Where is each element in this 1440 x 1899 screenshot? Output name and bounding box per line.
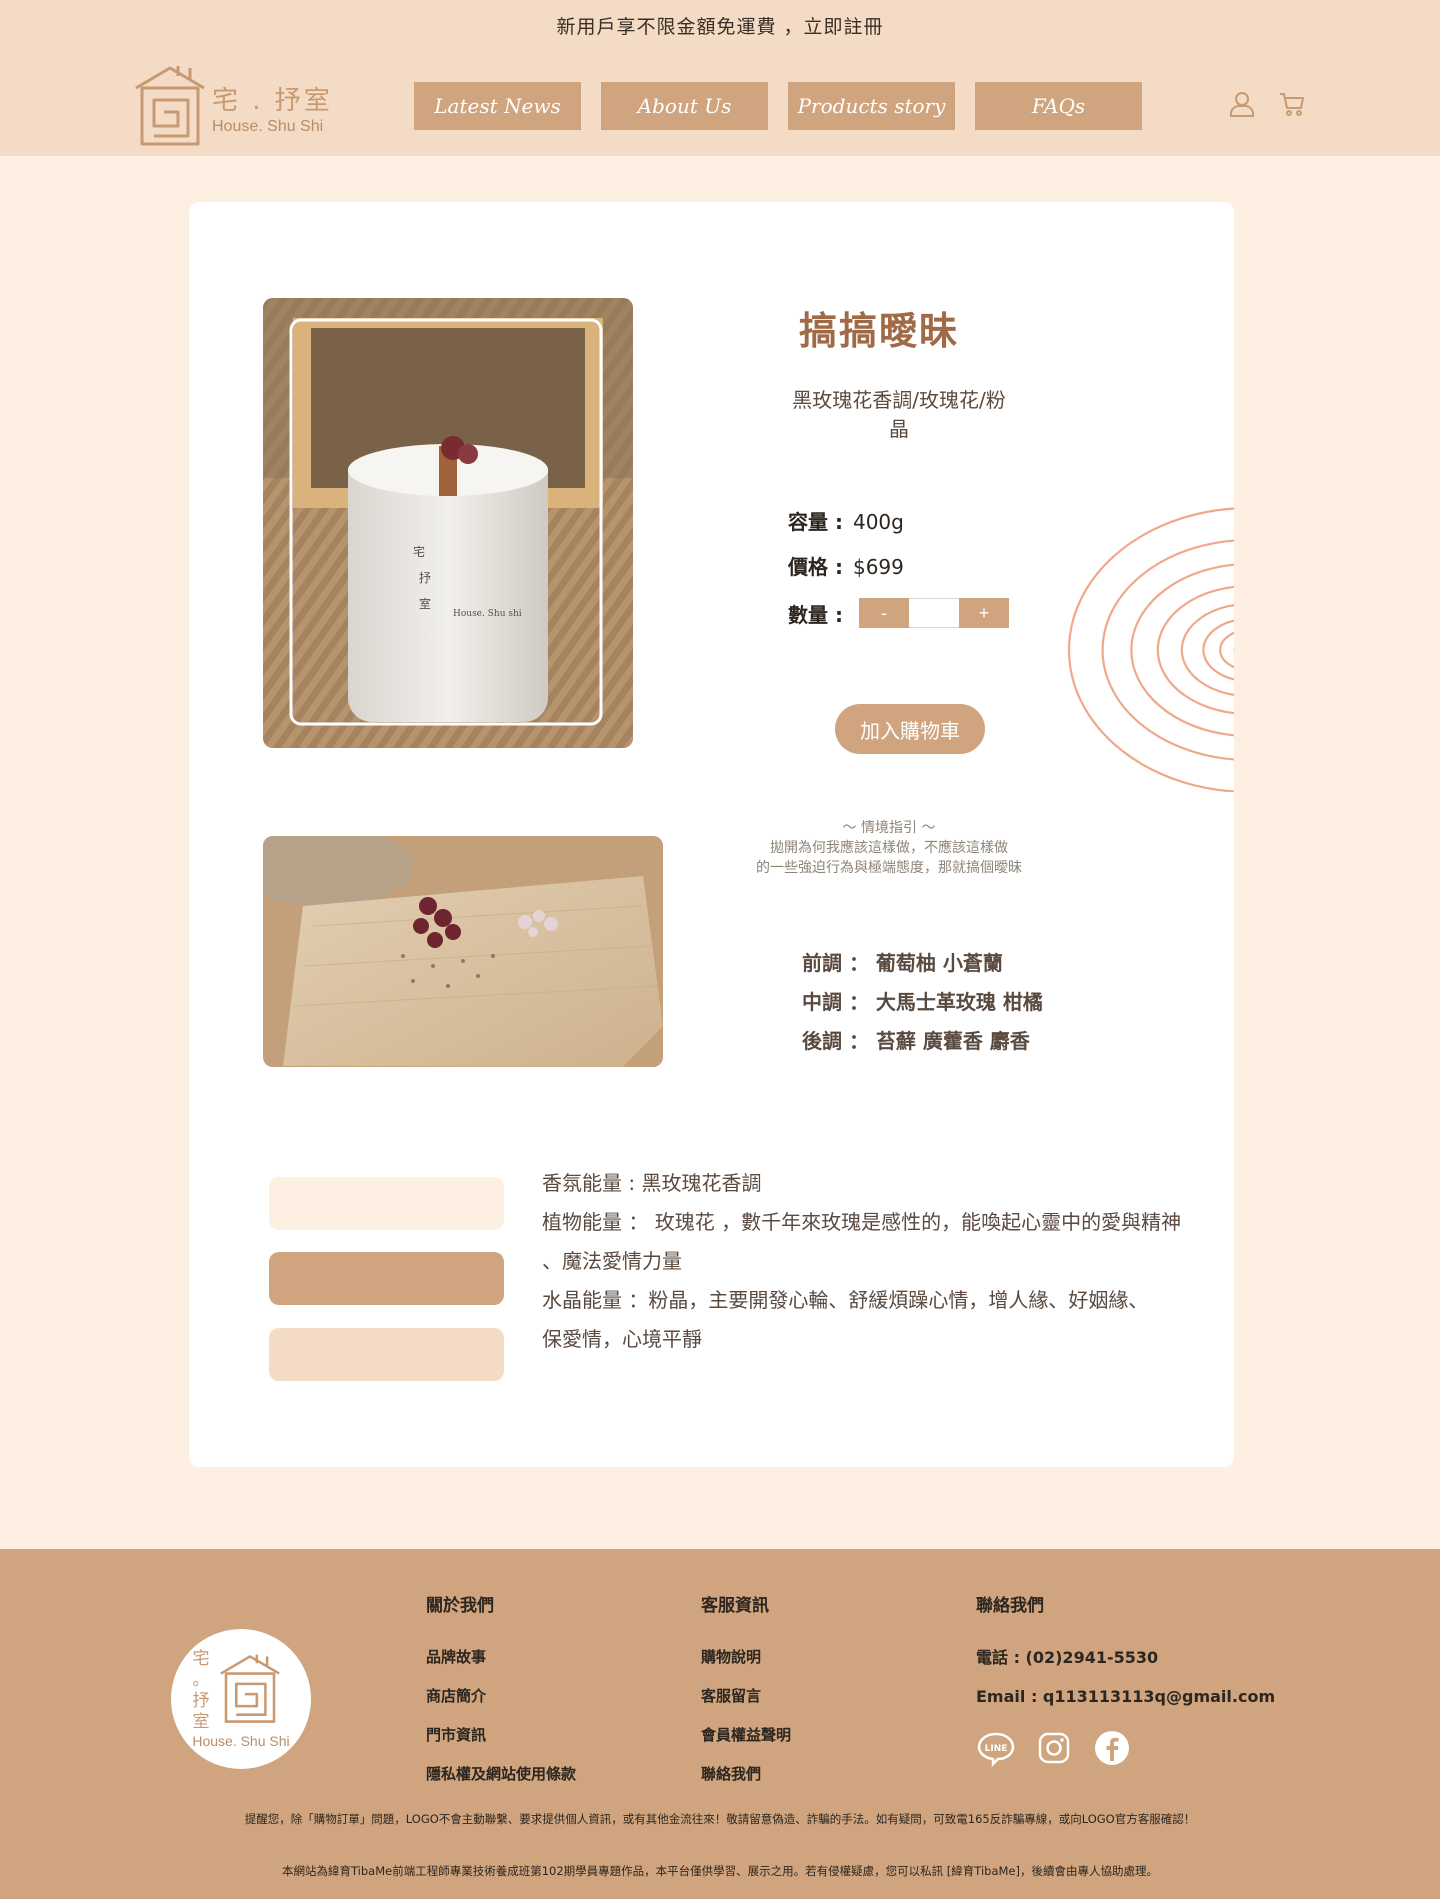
footer-link-contact[interactable]: 聯絡我們 [701,1755,791,1794]
energy-line-5: 保愛情，心境平靜 [542,1327,702,1351]
energy-line-3: 、魔法愛情力量 [542,1249,682,1273]
footer-link-privacy[interactable]: 隱私權及網站使用條款 [426,1755,576,1794]
color-swatch-tan [269,1252,504,1305]
footer-logo-char-1: 宅 [192,1649,210,1669]
site-header: 新用戶享不限金額免運費 ，立即註冊 宅 . 抒室 House. Shu Shi … [0,0,1440,156]
energy-line-1: 香氛能量 : 黑玫瑰花香調 [542,1171,762,1195]
product-subtitle: 黑玫瑰花香調/玫瑰花/粉 晶 [789,386,1009,444]
capacity-label: 容量 : [788,510,843,534]
footer-link-store-intro[interactable]: 商店簡介 [426,1677,576,1716]
color-swatch-peach [269,1328,504,1381]
footer-link-brand-story[interactable]: 品牌故事 [426,1638,576,1677]
footer-logo-char-4: 室 [192,1712,210,1732]
hint-line2: 的一些強迫行為與極端態度，那就搞個曖昧 [756,860,1022,876]
candle-label-char-2: 抒 [419,571,431,585]
site-logo[interactable]: 宅 . 抒室 House. Shu Shi [134,64,334,148]
quantity-stepper: - + [858,598,1009,628]
scenario-hint: ～ 情境指引 ～ 拋開為何我應該這樣做，不應該這樣做 的一些強迫行為與極端態度，… [719,818,1059,878]
logo-text-cn: 宅 . 抒室 [212,86,333,116]
social-links: LINE [976,1728,1275,1768]
footer-disclaimer-fraud: 提醒您，除「購物訂單」問題，LOGO不會主動聯繫、要求提供個人資訊，或有其他金流… [244,1812,1196,1826]
candle-label-en: House. Shu shi [453,609,522,619]
base-note: 後調 ： 苔蘚 廣藿香 麝香 [802,1029,1030,1053]
middle-note: 中調 ： 大馬士革玫瑰 柑橘 [802,990,1043,1014]
footer-link-shopping-guide[interactable]: 購物說明 [701,1638,791,1677]
price-row: 價格 : $699 [788,551,904,580]
footer-contact-column: 聯絡我們 電話 : (02)2941-5530 Email : q1131131… [976,1591,1275,1768]
decorative-ring [1202,619,1234,681]
footer-link-member-rights[interactable]: 會員權益聲明 [701,1716,791,1755]
footer-logo-char-3: 抒 [192,1691,210,1711]
price-label: 價格 : [788,555,843,579]
product-photo-ingredients[interactable] [263,836,663,1067]
nav-faqs[interactable]: FAQs [975,82,1142,130]
quantity-plus-button[interactable]: + [958,598,1009,628]
candle-photo-image: 宅 抒 室 House. Shu shi [263,298,633,748]
decorative-ring [1219,631,1234,669]
instagram-icon[interactable] [1034,1728,1074,1768]
decorative-ring [1156,585,1234,715]
house-logo-icon [135,66,205,146]
nav-latest-news[interactable]: Latest News [414,82,581,130]
quantity-minus-button[interactable]: - [858,598,909,628]
footer-service-column: 客服資訊 購物說明 客服留言 會員權益聲明 聯絡我們 [701,1591,791,1794]
footer-house-logo-icon [220,1654,280,1723]
product-subtitle-line1: 黑玫瑰花香調/玫瑰花/粉 [792,388,1006,412]
quantity-row: 數量 : - + [788,598,1009,628]
footer-logo-char-2: 。 [192,1670,210,1690]
footer-phone: 電話 : (02)2941-5530 [976,1648,1159,1667]
nav-about-us[interactable]: About Us [601,82,768,130]
footer-email[interactable]: Email : q113113113q@gmail.com [976,1677,1275,1716]
footer-logo-cn: 宅 。 抒 室 [191,1649,211,1733]
candle-label-char-1: 宅 [413,544,425,559]
candle-label-char-3: 室 [419,596,431,611]
footer-about-title: 關於我們 [426,1596,494,1616]
decorative-ring [1101,539,1234,761]
energy-description: 香氛能量 : 黑玫瑰花香調 植物能量 ： 玫瑰花 ，數千年來玫瑰是感性的，能喚起… [542,1164,1182,1359]
hint-title: ～ 情境指引 ～ [842,820,936,836]
product-title: 搞搞曖昧 [798,309,959,353]
product-subtitle-line2: 晶 [889,417,909,441]
svg-text:LINE: LINE [985,1744,1008,1754]
decorative-ring [1180,604,1234,696]
energy-line-4: 水晶能量 ：粉晶，主要開發心輪、舒緩煩躁心情，增人緣、好姻緣、 [542,1288,1149,1312]
site-footer: 宅 。 抒 室 House. Shu Shi 關於我們 品牌故事 商店簡介 門市… [0,1549,1440,1899]
decorative-rings [1067,507,1234,792]
line-icon[interactable]: LINE [976,1728,1016,1768]
product-card: 宅 抒 室 House. Shu shi 搞搞曖昧 黑玫瑰花香調/玫瑰花/粉 晶… [189,202,1234,1467]
footer-about-column: 關於我們 品牌故事 商店簡介 門市資訊 隱私權及網站使用條款 [426,1591,576,1794]
announcement-bar[interactable]: 新用戶享不限金額免運費 ，立即註冊 [0,12,1440,39]
color-swatch-light [269,1177,504,1230]
ingredients-photo-image [263,836,663,1067]
top-note: 前調 ： 葡萄柚 小蒼蘭 [802,951,1003,975]
footer-contact-title: 聯絡我們 [976,1596,1044,1616]
header-actions [1228,90,1306,118]
price-value: $699 [852,555,904,579]
main-nav: Latest News About Us Products story FAQs [414,82,1142,130]
scent-notes: 前調 ： 葡萄柚 小蒼蘭 中調 ： 大馬士革玫瑰 柑橘 後調 ： 苔蘚 廣藿香 … [802,944,1043,1061]
footer-service-title: 客服資訊 [701,1596,769,1616]
footer-link-messages[interactable]: 客服留言 [701,1677,791,1716]
quantity-label: 數量 : [788,602,843,627]
quantity-input[interactable] [908,598,959,628]
footer-logo-en: House. Shu Shi [192,1733,290,1749]
capacity-value: 400g [852,510,904,534]
capacity-row: 容量 : 400g [788,506,904,535]
logo-text-en: House. Shu Shi [212,118,324,135]
hint-line1: 拋開為何我應該這樣做，不應該這樣做 [770,840,1008,856]
decorative-ring [1067,507,1234,792]
product-photo-candle[interactable]: 宅 抒 室 House. Shu shi [263,298,633,748]
energy-line-2: 植物能量 ： 玫瑰花 ，數千年來玫瑰是感性的，能喚起心靈中的愛與精神 [542,1210,1182,1234]
facebook-icon[interactable] [1092,1728,1132,1768]
footer-logo[interactable]: 宅 。 抒 室 House. Shu Shi [171,1629,311,1769]
footer-link-store-info[interactable]: 門市資訊 [426,1716,576,1755]
add-to-cart-button[interactable]: 加入購物車 [835,704,985,754]
footer-disclaimer-project: 本網站為緯育TibaMe前端工程師專業技術養成班第102期學員專題作品，本平台僅… [282,1864,1158,1878]
cart-icon[interactable] [1278,90,1306,118]
user-icon[interactable] [1228,90,1256,118]
nav-products-story[interactable]: Products story [788,82,955,130]
